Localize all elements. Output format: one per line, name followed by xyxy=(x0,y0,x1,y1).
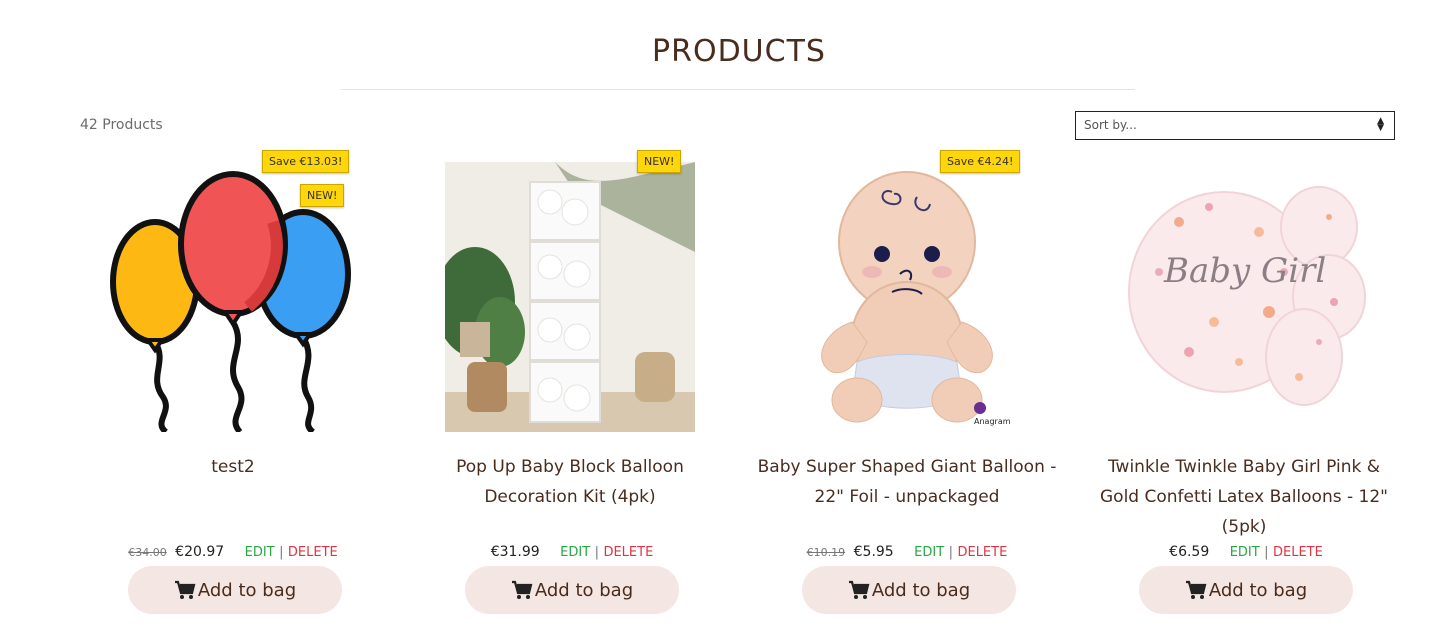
product-name[interactable]: Pop Up Baby Block Balloon Decoration Kit… xyxy=(420,452,720,512)
product-image-confetti-balloons[interactable]: Baby Girl xyxy=(1119,162,1369,432)
old-price: €10.19 xyxy=(806,546,846,559)
add-to-bag-label: Add to bag xyxy=(871,579,971,601)
link-separator: | xyxy=(279,545,284,560)
product-image-baby-balloon[interactable]: Anagram xyxy=(782,162,1032,432)
price-line: €34.00 €20.97 EDIT | DELETE xyxy=(83,544,383,560)
edit-link[interactable]: EDIT xyxy=(245,545,275,560)
add-to-bag-label: Add to bag xyxy=(1208,579,1308,601)
delete-link[interactable]: DELETE xyxy=(603,545,653,560)
product-card[interactable]: Anagram Save €4.24! Baby Super Shaped Gi… xyxy=(757,150,1057,620)
delete-link[interactable]: DELETE xyxy=(1273,545,1323,560)
delete-link[interactable]: DELETE xyxy=(957,545,1007,560)
current-price: €5.95 xyxy=(853,544,894,560)
product-card[interactable]: Baby Girl Twinkle Twinkle Baby Girl Pink… xyxy=(1094,150,1394,620)
delete-link[interactable]: DELETE xyxy=(288,545,338,560)
products-page: PRODUCTS 42 Products Sort by... ▲ ▼ Save… xyxy=(0,0,1450,625)
product-image-baby-blocks[interactable] xyxy=(445,162,695,432)
balloon-text: Baby Girl xyxy=(1163,251,1326,291)
new-badge: NEW! xyxy=(637,150,682,173)
save-badge: Save €13.03! xyxy=(262,150,350,173)
cart-icon xyxy=(1185,580,1207,599)
price-line: €31.99 EDIT | DELETE xyxy=(420,544,720,560)
current-price: €20.97 xyxy=(175,544,225,560)
product-name[interactable]: test2 xyxy=(83,452,383,482)
page-title: PRODUCTS xyxy=(652,34,826,69)
current-price: €31.99 xyxy=(490,544,540,560)
save-badge: Save €4.24! xyxy=(940,150,1021,173)
link-separator: | xyxy=(1264,545,1269,560)
cart-icon xyxy=(848,580,870,599)
link-separator: | xyxy=(948,545,954,560)
add-to-bag-button[interactable]: Add to bag xyxy=(802,566,1016,614)
add-to-bag-button[interactable]: Add to bag xyxy=(128,566,342,614)
product-card[interactable]: NEW! Pop Up Baby Block Balloon Decoratio… xyxy=(420,150,720,620)
edit-link[interactable]: EDIT xyxy=(914,545,944,560)
product-card[interactable]: Save €13.03! NEW! test2 €34.00 €20.97 ED… xyxy=(83,150,383,620)
edit-link[interactable]: EDIT xyxy=(560,545,590,560)
add-to-bag-button[interactable]: Add to bag xyxy=(465,566,679,614)
product-name[interactable]: Twinkle Twinkle Baby Girl Pink & Gold Co… xyxy=(1094,452,1394,542)
brand-logo: Anagram xyxy=(974,417,1011,426)
sort-select[interactable]: Sort by... ▲ ▼ xyxy=(1075,111,1395,140)
price-line: €10.19 €5.95 EDIT | DELETE xyxy=(757,544,1057,560)
new-badge: NEW! xyxy=(300,184,345,207)
add-to-bag-button[interactable]: Add to bag xyxy=(1139,566,1353,614)
sort-arrows-icon: ▲ ▼ xyxy=(1377,116,1384,133)
product-name[interactable]: Baby Super Shaped Giant Balloon - 22" Fo… xyxy=(757,452,1057,512)
link-separator: | xyxy=(594,545,599,560)
cart-icon xyxy=(174,580,196,599)
add-to-bag-label: Add to bag xyxy=(534,579,634,601)
add-to-bag-label: Add to bag xyxy=(197,579,297,601)
sort-select-label: Sort by... xyxy=(1084,118,1137,132)
cart-icon xyxy=(511,580,533,599)
title-divider xyxy=(341,89,1135,90)
current-price: €6.59 xyxy=(1169,544,1210,560)
old-price: €34.00 xyxy=(128,546,167,559)
price-line: €6.59 EDIT | DELETE xyxy=(1094,544,1394,560)
product-count: 42 Products xyxy=(80,117,163,133)
edit-link[interactable]: EDIT xyxy=(1230,545,1260,560)
